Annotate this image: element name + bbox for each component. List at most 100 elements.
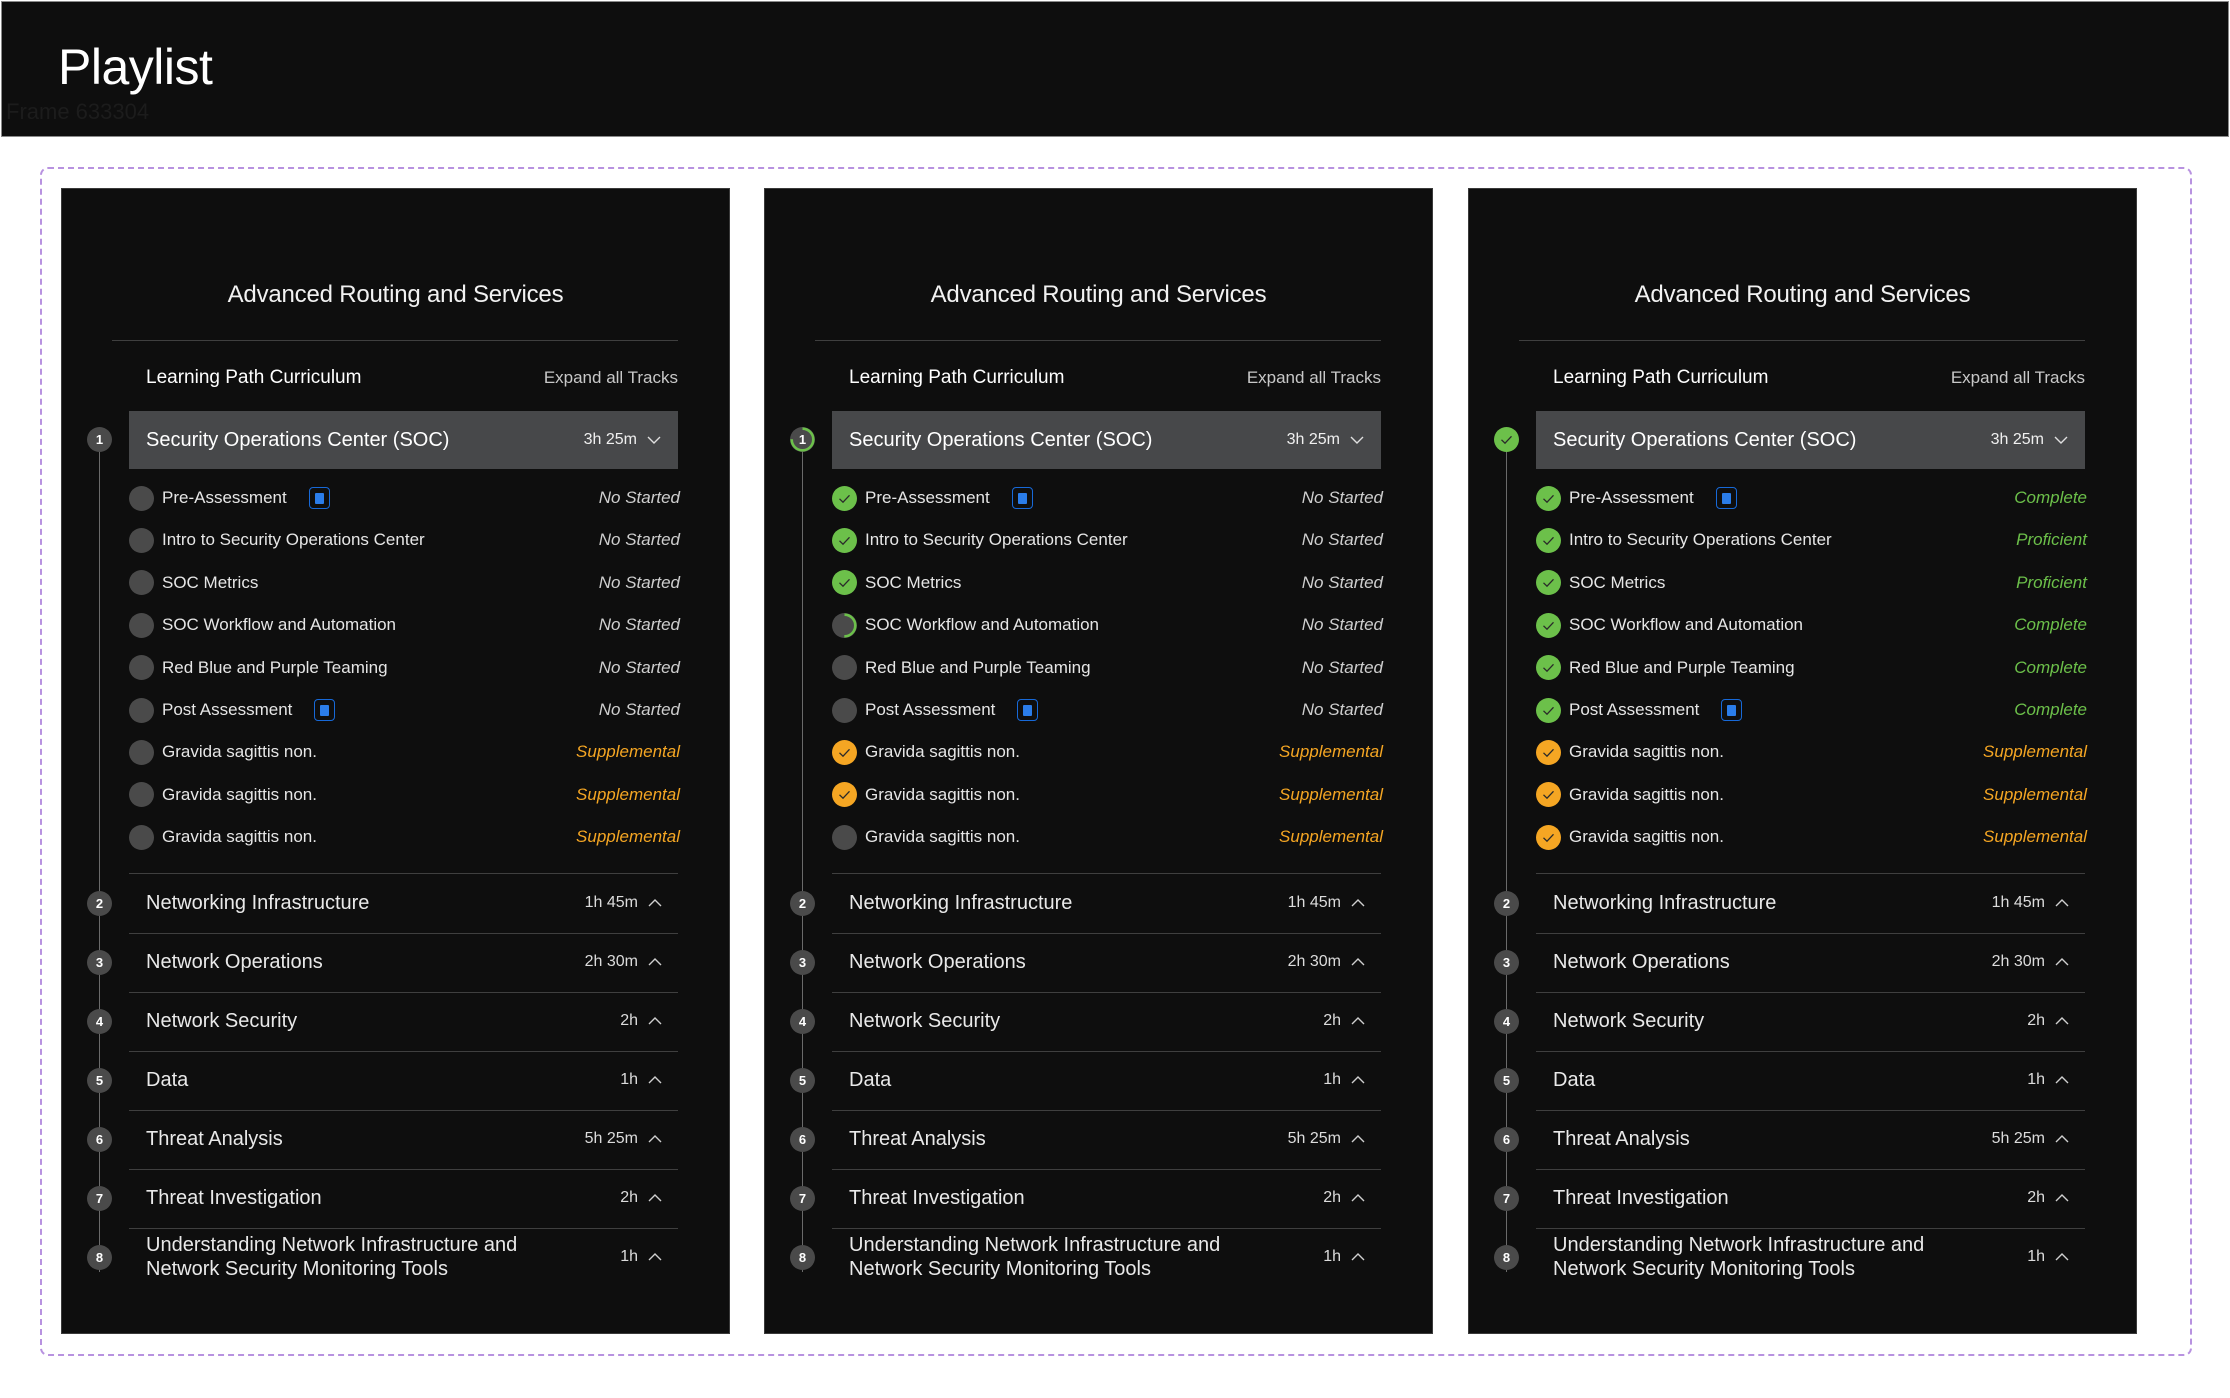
document-icon[interactable] [1715,487,1737,509]
lesson-item[interactable]: Intro to Security Operations Center Profi… [1536,526,2087,554]
chevron-up-icon[interactable] [2055,1073,2069,1087]
lesson-item[interactable]: SOC Metrics No Started [129,569,680,597]
step-number: 6 [95,1132,104,1147]
chevron-up-icon[interactable] [2055,896,2069,910]
track-row[interactable]: Threat Analysis 5h 25m [832,1110,1381,1168]
lesson-left: Red Blue and Purple Teaming [832,655,1091,681]
document-icon[interactable] [1017,699,1039,721]
lesson-item[interactable]: Red Blue and Purple Teaming No Started [129,654,680,682]
chevron-down-icon[interactable] [1350,433,1364,447]
chevron-up-icon[interactable] [2055,955,2069,969]
empty-circle-icon [129,739,154,765]
lesson-title: Gravida sagittis non. [865,784,1020,804]
track-row[interactable]: Data 1h [129,1051,678,1109]
chevron-up-icon[interactable] [1351,1132,1365,1146]
chevron-up-icon[interactable] [2055,1014,2069,1028]
lesson-item[interactable]: SOC Metrics No Started [832,569,1383,597]
chevron-down-icon[interactable] [2054,433,2068,447]
track-duration: 2h [1323,1012,1341,1029]
empty-circle-icon [129,655,154,681]
lesson-item[interactable]: Gravida sagittis non. Supplemental [129,781,680,809]
track-row[interactable]: Threat Analysis 5h 25m [129,1110,678,1168]
track-row[interactable]: Network Security 2h [129,992,678,1050]
chevron-up-icon[interactable] [1351,955,1365,969]
lesson-item[interactable]: Red Blue and Purple Teaming No Started [832,654,1383,682]
chevron-down-icon[interactable] [647,433,661,447]
lesson-item[interactable]: Red Blue and Purple Teaming Complete [1536,654,2087,682]
curriculum-header: Learning Path Curriculum Expand all Track… [1553,365,2085,391]
expand-all-tracks-link[interactable]: Expand all Tracks [1247,368,1381,388]
track-row[interactable]: Network Operations 2h 30m [129,933,678,991]
document-icon[interactable] [314,699,336,721]
track-row[interactable]: Networking Infrastructure 1h 45m [832,874,1381,932]
lesson-item[interactable]: Intro to Security Operations Center No St… [129,526,680,554]
track-row[interactable]: Networking Infrastructure 1h 45m [129,874,678,932]
chevron-up-icon[interactable] [1351,896,1365,910]
chevron-up-icon [648,1076,662,1084]
document-glyph [320,704,330,716]
track-header-expanded[interactable]: Security Operations Center (SOC) 3h 25m [1536,411,2085,469]
document-icon[interactable] [1721,699,1743,721]
lesson-item[interactable]: Gravida sagittis non. Supplemental [1536,823,2087,851]
lesson-title: SOC Metrics [162,572,259,592]
track-row[interactable]: Understanding Network Infrastructure and… [1536,1228,2085,1286]
chevron-up-icon[interactable] [648,896,662,910]
lesson-item[interactable]: Gravida sagittis non. Supplemental [1536,781,2087,809]
expand-all-tracks-link[interactable]: Expand all Tracks [1951,368,2085,388]
lesson-item[interactable]: Gravida sagittis non. Supplemental [129,738,680,766]
lesson-item[interactable]: Post Assessment No Started [832,696,1383,724]
chevron-up-icon[interactable] [1351,1014,1365,1028]
lesson-item[interactable]: Gravida sagittis non. Supplemental [832,823,1383,851]
track-row[interactable]: Data 1h [1536,1051,2085,1109]
track-row[interactable]: Threat Investigation 2h [1536,1169,2085,1227]
lesson-title: Red Blue and Purple Teaming [865,657,1091,677]
chevron-up-icon[interactable] [2055,1132,2069,1146]
chevron-up-icon[interactable] [648,1073,662,1087]
track-row[interactable]: Understanding Network Infrastructure and… [129,1228,678,1286]
track-meta: 2h [620,1012,662,1030]
track-row[interactable]: Network Security 2h [832,992,1381,1050]
lesson-item[interactable]: Pre-Assessment Complete [1536,484,2087,512]
step-number: 7 [1502,1191,1511,1206]
chevron-up-icon[interactable] [648,1014,662,1028]
lesson-item[interactable]: SOC Workflow and Automation No Started [129,611,680,639]
lesson-item[interactable]: Gravida sagittis non. Supplemental [832,781,1383,809]
chevron-down-icon [1350,436,1364,444]
lesson-item[interactable]: Post Assessment Complete [1536,696,2087,724]
track-header-expanded[interactable]: Security Operations Center (SOC) 3h 25m [129,411,678,469]
chevron-up-icon[interactable] [2055,1250,2069,1264]
lesson-item[interactable]: SOC Workflow and Automation Complete [1536,611,2087,639]
expand-all-tracks-link[interactable]: Expand all Tracks [544,368,678,388]
lesson-item[interactable]: Post Assessment No Started [129,696,680,724]
track-row[interactable]: Understanding Network Infrastructure and… [832,1228,1381,1286]
lesson-item[interactable]: Pre-Assessment No Started [129,484,680,512]
chevron-up-icon[interactable] [648,1250,662,1264]
lesson-item[interactable]: Intro to Security Operations Center No St… [832,526,1383,554]
track-row[interactable]: Data 1h [832,1051,1381,1109]
track-row[interactable]: Networking Infrastructure 1h 45m [1536,874,2085,932]
lesson-item[interactable]: Gravida sagittis non. Supplemental [129,823,680,851]
track-header-expanded[interactable]: Security Operations Center (SOC) 3h 25m [832,411,1381,469]
lesson-item[interactable]: Pre-Assessment No Started [832,484,1383,512]
chevron-up-icon[interactable] [648,1132,662,1146]
lesson-item[interactable]: Gravida sagittis non. Supplemental [832,738,1383,766]
document-icon[interactable] [308,487,330,509]
lesson-left: Pre-Assessment [129,485,330,511]
chevron-up-icon[interactable] [1351,1073,1365,1087]
document-icon[interactable] [1011,487,1033,509]
track-row[interactable]: Threat Analysis 5h 25m [1536,1110,2085,1168]
track-row[interactable]: Network Operations 2h 30m [832,933,1381,991]
lesson-item[interactable]: SOC Metrics Proficient [1536,569,2087,597]
chevron-up-icon[interactable] [2055,1191,2069,1205]
chevron-up-icon[interactable] [1351,1250,1365,1264]
chevron-up-icon[interactable] [648,1191,662,1205]
track-row[interactable]: Threat Investigation 2h [832,1169,1381,1227]
chevron-up-icon[interactable] [648,955,662,969]
track-row[interactable]: Network Security 2h [1536,992,2085,1050]
track-row[interactable]: Network Operations 2h 30m [1536,933,2085,991]
chevron-up-icon[interactable] [1351,1191,1365,1205]
track-row[interactable]: Threat Investigation 2h [129,1169,678,1227]
lesson-item[interactable]: SOC Workflow and Automation No Started [832,611,1383,639]
step-marker: 8 [790,1245,815,1270]
lesson-item[interactable]: Gravida sagittis non. Supplemental [1536,738,2087,766]
